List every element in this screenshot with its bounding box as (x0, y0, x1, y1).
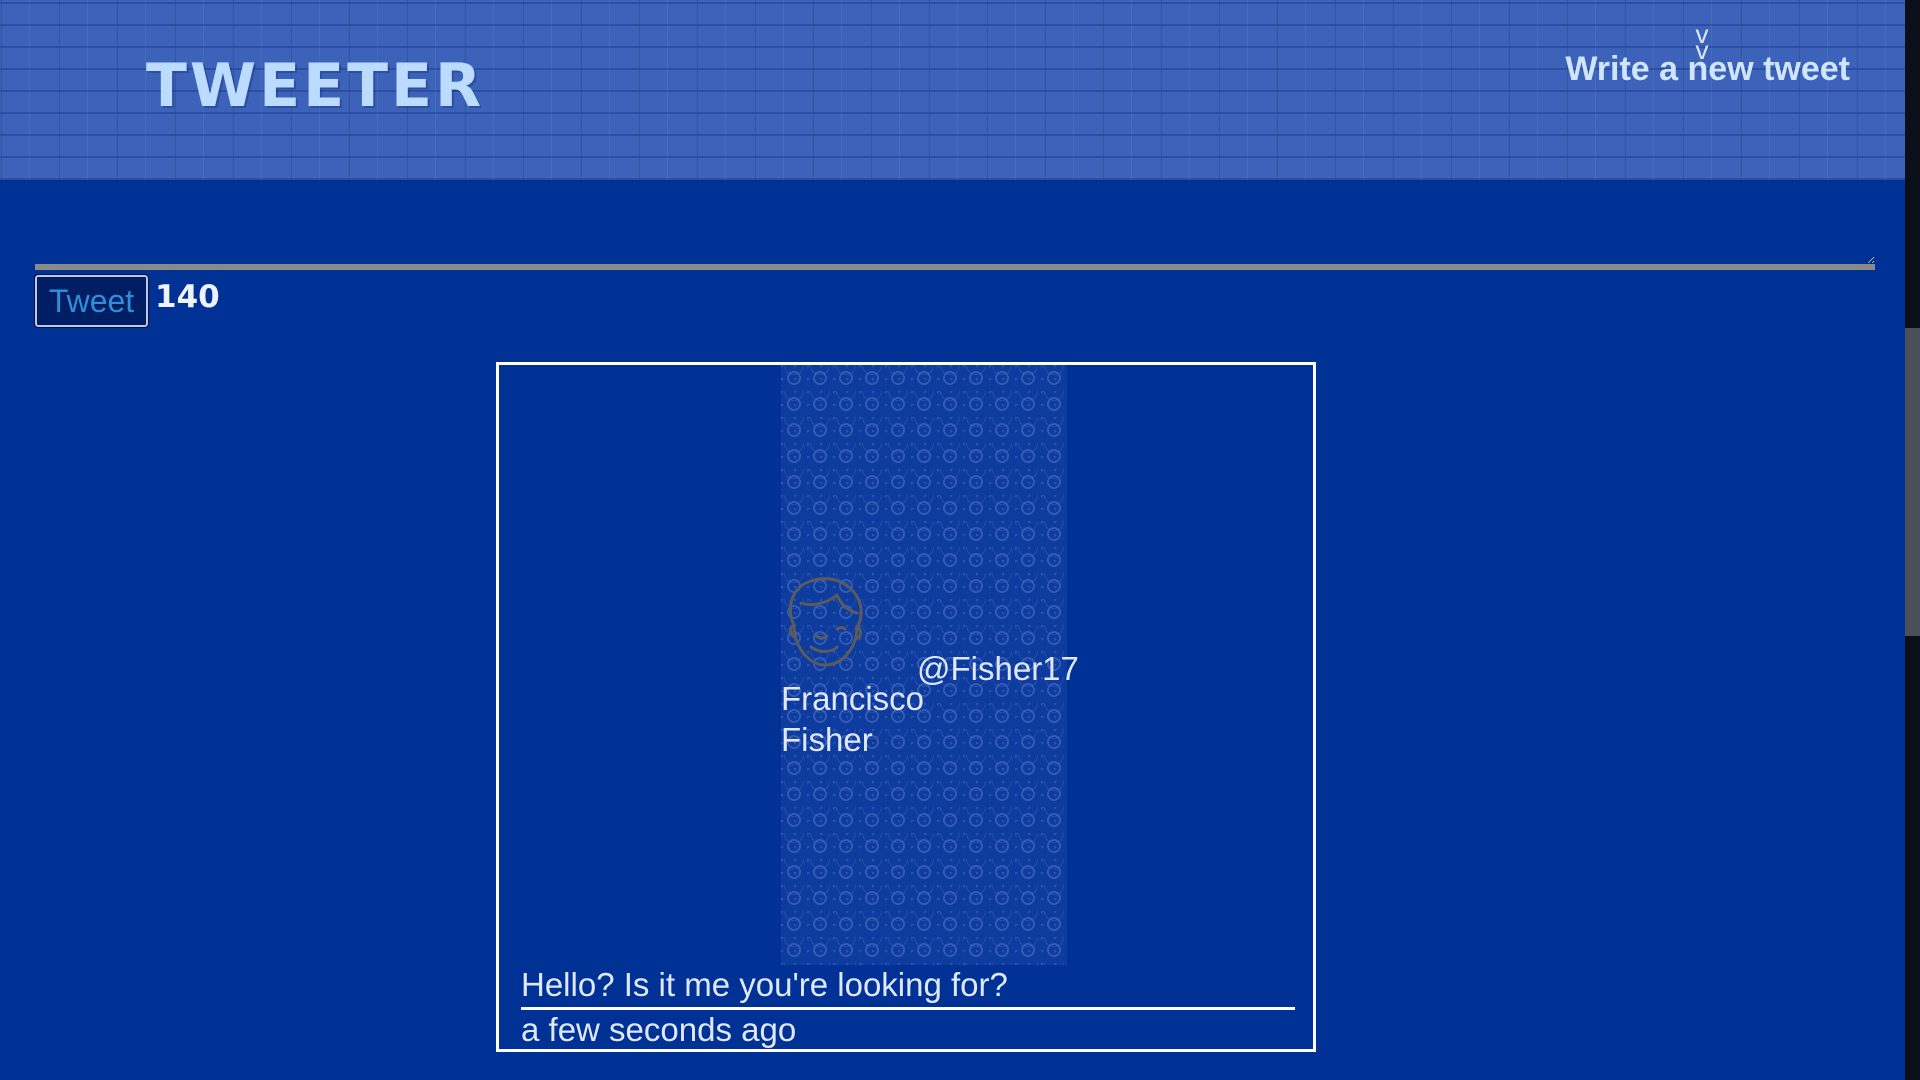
tweet-user-handle: @Fisher17 (917, 650, 1079, 687)
double-chevron-down-icon[interactable]: v v (1690, 21, 1714, 65)
tweet-button[interactable]: Tweet (34, 274, 149, 328)
tweet-text: Hello? Is it me you're looking for? (521, 965, 1295, 1010)
char-counter: 140 (155, 279, 220, 315)
tweet-user-name: Francisco Fisher (781, 680, 925, 758)
tweet-timestamp: a few seconds ago (521, 1011, 797, 1048)
page: TWEETER Write a new tweet v v Tweet 140 (0, 0, 1920, 1080)
tweet-card: Francisco Fisher @Fisher17 Hello? Is it … (496, 362, 1316, 1052)
user-avatar-icon (781, 573, 869, 673)
tweet-textarea[interactable] (35, 182, 1875, 270)
user-avatar-svg (788, 577, 863, 667)
site-header: TWEETER Write a new tweet v v (0, 0, 1905, 180)
brand-logo[interactable]: TWEETER (146, 56, 484, 116)
scrollbar-thumb[interactable] (1905, 328, 1920, 636)
chevron-down-icon: v (1695, 35, 1709, 65)
